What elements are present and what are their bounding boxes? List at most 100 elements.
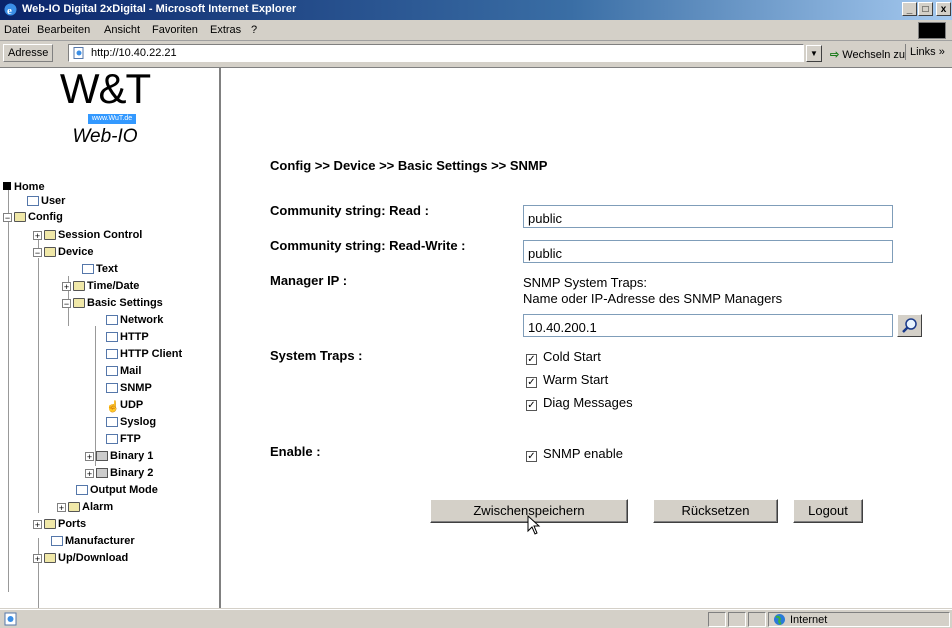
tree-item-network[interactable]: Network: [106, 313, 163, 327]
manager-ip-label: Manager IP :: [270, 273, 348, 288]
expand-icon[interactable]: +: [62, 281, 71, 291]
document-icon: [106, 332, 118, 343]
document-icon: [106, 349, 118, 360]
tree-item-manufacturer[interactable]: Manufacturer: [51, 534, 135, 548]
menu-favoriten[interactable]: Favoriten: [152, 24, 198, 36]
menu-datei[interactable]: Datei: [4, 24, 30, 36]
search-icon: [902, 318, 917, 333]
tree-label: Home: [14, 181, 45, 193]
search-button[interactable]: [897, 314, 922, 337]
document-icon: [106, 417, 118, 428]
cold-start-checkbox[interactable]: ✓: [526, 354, 537, 365]
go-button[interactable]: ⇨ Wechseln zu: [830, 48, 905, 61]
menu-bearbeiten[interactable]: Bearbeiten: [37, 24, 90, 36]
expand-icon[interactable]: +: [85, 468, 94, 478]
collapse-icon[interactable]: −: [3, 212, 12, 222]
expand-icon[interactable]: +: [33, 553, 42, 563]
tree-item-binary-1[interactable]: + Binary 1: [85, 449, 153, 463]
tree-item-time-date[interactable]: + Time/Date: [62, 279, 139, 293]
tree-label: Manufacturer: [65, 535, 135, 547]
community-read-input[interactable]: public: [523, 205, 893, 228]
tree-item-snmp[interactable]: SNMP: [106, 381, 152, 395]
diag-messages-label: Diag Messages: [543, 395, 633, 410]
document-icon: [76, 485, 88, 496]
tree-item-up-download[interactable]: + Up/Download: [33, 551, 128, 565]
document-icon: [106, 366, 118, 377]
cold-start-checkbox-row[interactable]: ✓ Cold Start: [526, 349, 601, 365]
windows-logo-icon: [918, 22, 946, 39]
reset-button[interactable]: Rücksetzen: [653, 499, 778, 523]
menu-ansicht[interactable]: Ansicht: [104, 24, 140, 36]
links-button[interactable]: Links »: [905, 44, 949, 60]
menu-bar: Datei Bearbeiten Ansicht Favoriten Extra…: [0, 20, 952, 41]
svg-text:e: e: [7, 5, 12, 17]
hand-cursor-icon: ☝: [106, 401, 120, 414]
warm-start-checkbox-row[interactable]: ✓ Warm Start: [526, 372, 608, 388]
tree-item-text[interactable]: Text: [82, 262, 118, 276]
tree-item-device[interactable]: − Device: [33, 245, 93, 259]
tree-item-http[interactable]: HTTP: [106, 330, 149, 344]
tree-item-config[interactable]: − Config: [3, 210, 63, 224]
warm-start-checkbox[interactable]: ✓: [526, 377, 537, 388]
logout-button[interactable]: Logout: [793, 499, 863, 523]
folder-icon: [68, 502, 80, 513]
warm-start-label: Warm Start: [543, 372, 609, 387]
product-logo: Web-IO: [72, 126, 138, 147]
tree-item-ports[interactable]: + Ports: [33, 517, 86, 531]
tree-item-home[interactable]: Home: [3, 180, 45, 194]
folder-icon: [73, 281, 85, 292]
tree-label: Time/Date: [87, 280, 140, 292]
tree-item-udp[interactable]: ☝UDP: [106, 398, 144, 414]
tree-label: HTTP: [120, 331, 149, 343]
tree-item-user[interactable]: User: [27, 194, 65, 208]
expand-icon[interactable]: +: [33, 230, 42, 240]
tree-item-mail[interactable]: Mail: [106, 364, 141, 378]
manager-ip-input[interactable]: 10.40.200.1: [523, 314, 893, 337]
tree-item-session-control[interactable]: + Session Control: [33, 228, 142, 242]
address-dropdown-button[interactable]: ▼: [806, 45, 822, 62]
enable-label: Enable :: [270, 444, 321, 459]
diag-messages-checkbox[interactable]: ✓: [526, 400, 537, 411]
tree-label: FTP: [120, 433, 141, 445]
diag-messages-checkbox-row[interactable]: ✓ Diag Messages: [526, 395, 633, 411]
address-input[interactable]: http://10.40.22.21: [68, 44, 804, 62]
ie-icon: e: [4, 3, 17, 17]
collapse-icon[interactable]: −: [33, 247, 42, 257]
tree-label: User: [41, 195, 66, 207]
snmp-enable-checkbox[interactable]: ✓: [526, 451, 537, 462]
tree-label: HTTP Client: [120, 348, 183, 360]
expand-icon[interactable]: +: [33, 519, 42, 529]
collapse-icon[interactable]: −: [62, 298, 71, 308]
document-icon: [106, 383, 118, 394]
tree-label: Network: [120, 314, 164, 326]
tree-item-syslog[interactable]: Syslog: [106, 415, 156, 429]
tree-item-output-mode[interactable]: Output Mode: [76, 483, 158, 497]
tree-item-ftp[interactable]: FTP: [106, 432, 141, 446]
tree-item-alarm[interactable]: + Alarm: [57, 500, 113, 514]
menu-extras[interactable]: Extras: [210, 24, 241, 36]
brand-logo: W&T: [59, 68, 151, 112]
window-titlebar[interactable]: e Web-IO Digital 2xDigital - Microsoft I…: [0, 0, 952, 20]
tree-label: Binary 1: [110, 450, 154, 462]
security-zone: Internet: [790, 614, 828, 626]
snmp-enable-label: SNMP enable: [543, 446, 623, 461]
minimize-button[interactable]: _: [902, 2, 917, 16]
tree-label: Ports: [58, 518, 87, 530]
document-icon: [106, 315, 118, 326]
expand-icon[interactable]: +: [57, 502, 66, 512]
community-rw-input[interactable]: public: [523, 240, 893, 263]
snmp-enable-checkbox-row[interactable]: ✓ SNMP enable: [526, 446, 623, 462]
binary-icon: [96, 468, 108, 479]
tree-item-http-client[interactable]: HTTP Client: [106, 347, 182, 361]
community-rw-label: Community string: Read-Write :: [270, 238, 466, 253]
maximize-button[interactable]: □: [918, 2, 933, 16]
tree-label: Config: [28, 211, 63, 223]
menu-help[interactable]: ?: [251, 24, 257, 36]
tree-label: Basic Settings: [87, 297, 163, 309]
go-arrow-icon: ⇨: [830, 49, 840, 61]
expand-icon[interactable]: +: [85, 451, 94, 461]
tree-item-binary-2[interactable]: + Binary 2: [85, 466, 153, 480]
tree-label: UDP: [120, 399, 144, 411]
tree-item-basic-settings[interactable]: − Basic Settings: [62, 296, 163, 310]
close-button[interactable]: x: [936, 2, 951, 16]
